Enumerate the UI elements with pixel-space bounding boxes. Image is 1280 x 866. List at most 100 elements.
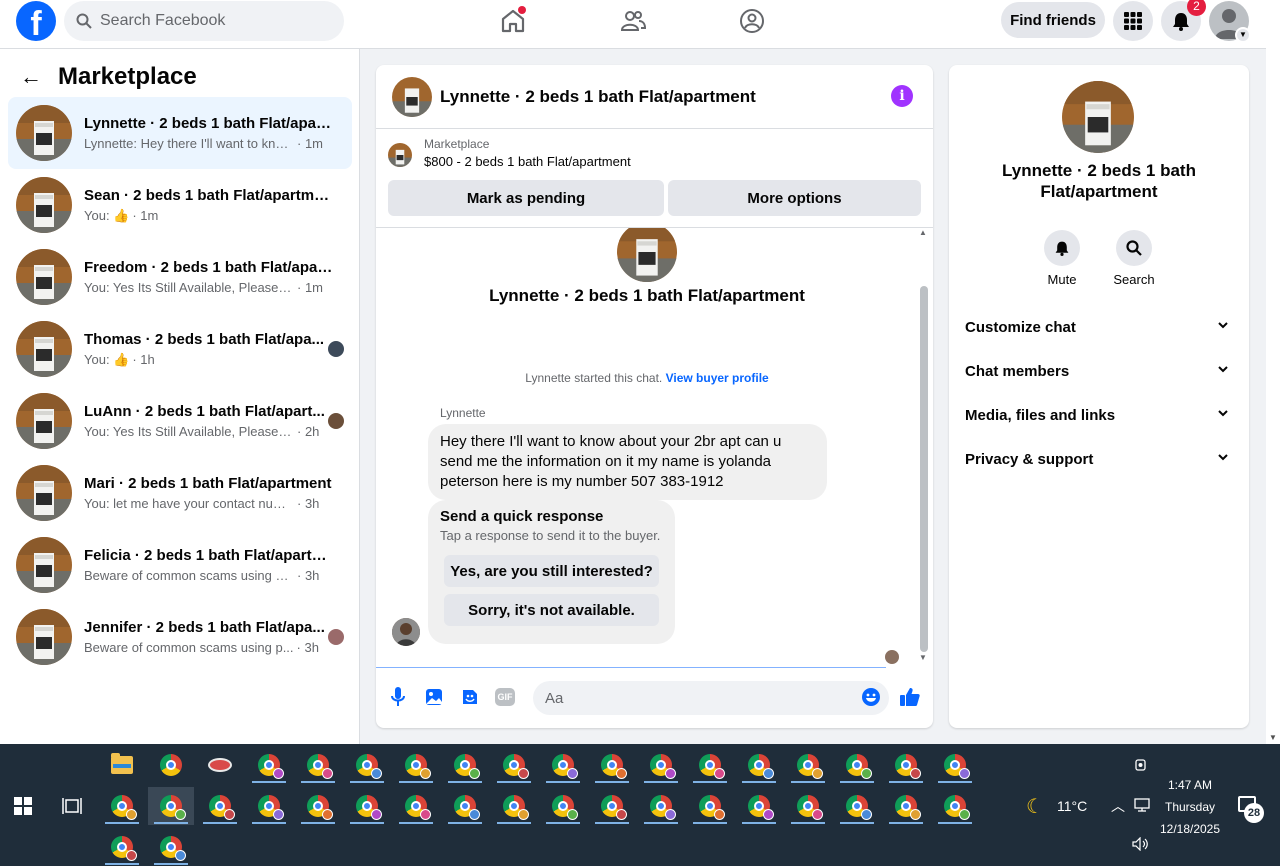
mark-as-pending-button[interactable]: Mark as pending <box>388 180 664 216</box>
chrome-taskbar-button[interactable] <box>932 787 978 825</box>
conversation-item[interactable]: Mari · 2 beds 1 bath Flat/apartment You:… <box>8 457 352 529</box>
quick-response-interested-button[interactable]: Yes, are you still interested? <box>444 555 659 587</box>
chrome-icon <box>454 795 480 820</box>
chrome-taskbar-button[interactable] <box>883 746 929 784</box>
sticker-icon[interactable] <box>459 686 481 708</box>
view-buyer-profile-link[interactable]: View buyer profile <box>666 371 769 385</box>
chrome-taskbar-button[interactable] <box>540 746 586 784</box>
find-friends-button[interactable]: Find friends <box>1001 2 1105 38</box>
chrome-taskbar-button[interactable] <box>344 787 390 825</box>
scroll-down-arrow-icon[interactable]: ▼ <box>1269 733 1277 742</box>
chrome-taskbar-button[interactable] <box>883 787 929 825</box>
mute-button[interactable]: Mute <box>1032 230 1092 287</box>
chat-header-thumbnail[interactable] <box>392 76 432 117</box>
menu-button[interactable] <box>1113 1 1153 41</box>
chrome-taskbar-button[interactable] <box>785 787 831 825</box>
chrome-taskbar-button[interactable] <box>442 787 488 825</box>
app-taskbar-button[interactable] <box>197 746 243 784</box>
system-clock[interactable]: 1:47 AM Thursday 12/18/2025 <box>1150 774 1230 840</box>
show-hidden-icons-chevron-icon[interactable]: ︿ <box>1111 796 1125 816</box>
conversation-item[interactable]: Sean · 2 beds 1 bath Flat/apartment You:… <box>8 169 352 241</box>
friends-nav-button[interactable] <box>616 4 650 38</box>
microphone-icon[interactable] <box>387 686 409 708</box>
scroll-down-arrow-icon[interactable]: ▼ <box>919 653 927 662</box>
conversation-item[interactable]: Jennifer · 2 beds 1 bath Flat/apa... Bew… <box>8 601 352 673</box>
search-in-chat-button[interactable]: Search <box>1104 230 1164 287</box>
chrome-taskbar-button[interactable] <box>491 746 537 784</box>
chrome-taskbar-button[interactable] <box>295 746 341 784</box>
chrome-taskbar-button[interactable] <box>99 828 145 866</box>
search-input[interactable] <box>100 12 320 30</box>
quick-response-not-available-button[interactable]: Sorry, it's not available. <box>444 594 659 626</box>
chrome-taskbar-button[interactable] <box>736 746 782 784</box>
more-options-button[interactable]: More options <box>668 180 921 216</box>
scroll-thumb[interactable] <box>920 286 928 652</box>
chrome-taskbar-button[interactable] <box>687 746 733 784</box>
chat-header: Lynnette · 2 beds 1 bath Flat/apartment … <box>376 65 933 129</box>
chrome-taskbar-button[interactable] <box>834 746 880 784</box>
listing-thumbnail-large[interactable] <box>1062 81 1134 153</box>
emoji-icon[interactable] <box>860 686 882 708</box>
file-explorer-taskbar-button[interactable] <box>99 746 145 784</box>
chrome-taskbar-button[interactable] <box>148 746 194 784</box>
scroll-up-arrow-icon[interactable]: ▲ <box>919 228 927 237</box>
info-icon[interactable]: i <box>891 85 913 107</box>
chrome-taskbar-button[interactable] <box>687 787 733 825</box>
temperature[interactable]: 11°C <box>1057 798 1087 814</box>
photo-icon[interactable] <box>423 686 445 708</box>
listing-summary[interactable]: Marketplace $800 - 2 beds 1 bath Flat/ap… <box>388 137 631 169</box>
chrome-taskbar-button[interactable] <box>246 746 292 784</box>
meet-now-icon[interactable] <box>1134 757 1148 773</box>
thumbs-up-icon[interactable] <box>899 686 921 708</box>
message-input[interactable] <box>533 681 889 715</box>
volume-icon[interactable] <box>1132 837 1150 851</box>
conversation-item[interactable]: Freedom · 2 beds 1 bath Flat/apart... Yo… <box>8 241 352 313</box>
chrome-taskbar-button[interactable] <box>148 828 194 866</box>
conversation-item[interactable]: LuAnn · 2 beds 1 bath Flat/apart... You:… <box>8 385 352 457</box>
media-files-links-section[interactable]: Media, files and links <box>957 393 1241 437</box>
chrome-taskbar-button[interactable] <box>638 787 684 825</box>
chrome-taskbar-button[interactable] <box>540 787 586 825</box>
weather-moon-icon[interactable]: ☾ <box>1026 794 1044 819</box>
chrome-taskbar-button[interactable] <box>589 787 635 825</box>
chrome-taskbar-button[interactable] <box>246 787 292 825</box>
chrome-taskbar-button[interactable] <box>491 787 537 825</box>
thread-scrollbar[interactable]: ▲ ▼ <box>919 228 928 668</box>
customize-chat-section[interactable]: Customize chat <box>957 305 1241 349</box>
home-nav-button[interactable] <box>496 4 530 38</box>
chrome-taskbar-button[interactable] <box>295 787 341 825</box>
chrome-taskbar-button[interactable] <box>442 746 488 784</box>
chrome-taskbar-button[interactable] <box>736 787 782 825</box>
facebook-logo[interactable]: f <box>16 1 56 41</box>
privacy-support-section[interactable]: Privacy & support <box>957 437 1241 481</box>
search-bar[interactable] <box>64 1 344 41</box>
chrome-taskbar-button[interactable] <box>393 787 439 825</box>
back-arrow-icon[interactable]: ← <box>20 64 42 90</box>
chrome-taskbar-button[interactable] <box>99 787 145 825</box>
chrome-taskbar-button[interactable] <box>589 746 635 784</box>
chrome-taskbar-button[interactable] <box>393 746 439 784</box>
chrome-taskbar-button[interactable] <box>932 746 978 784</box>
sender-avatar[interactable] <box>392 618 420 646</box>
conversation-preview: Beware of common scams using p... <box>84 640 294 655</box>
running-indicator <box>742 781 776 783</box>
groups-nav-button[interactable] <box>735 4 769 38</box>
chat-title[interactable]: Lynnette · 2 beds 1 bath Flat/apartment <box>440 87 756 107</box>
chrome-taskbar-button[interactable] <box>638 746 684 784</box>
chrome-taskbar-button[interactable] <box>148 787 194 825</box>
chrome-taskbar-button[interactable] <box>834 787 880 825</box>
chevron-down-icon[interactable]: ▼ <box>1235 27 1251 43</box>
chrome-taskbar-button[interactable] <box>785 746 831 784</box>
page-scrollbar[interactable]: ▼ <box>1266 0 1280 744</box>
conversation-item[interactable]: Felicia · 2 beds 1 bath Flat/apartm... B… <box>8 529 352 601</box>
chrome-taskbar-button[interactable] <box>197 787 243 825</box>
task-view-icon[interactable] <box>62 797 82 815</box>
network-icon[interactable] <box>1134 798 1150 812</box>
conversation-item[interactable]: Thomas · 2 beds 1 bath Flat/apa... You: … <box>8 313 352 385</box>
windows-start-icon[interactable] <box>14 797 32 815</box>
chat-members-section[interactable]: Chat members <box>957 349 1241 393</box>
incoming-message-bubble[interactable]: Hey there I'll want to know about your 2… <box>428 424 827 500</box>
conversation-item[interactable]: Lynnette · 2 beds 1 bath Flat/apart... L… <box>8 97 352 169</box>
chrome-taskbar-button[interactable] <box>344 746 390 784</box>
gif-icon[interactable]: GIF <box>495 688 515 706</box>
